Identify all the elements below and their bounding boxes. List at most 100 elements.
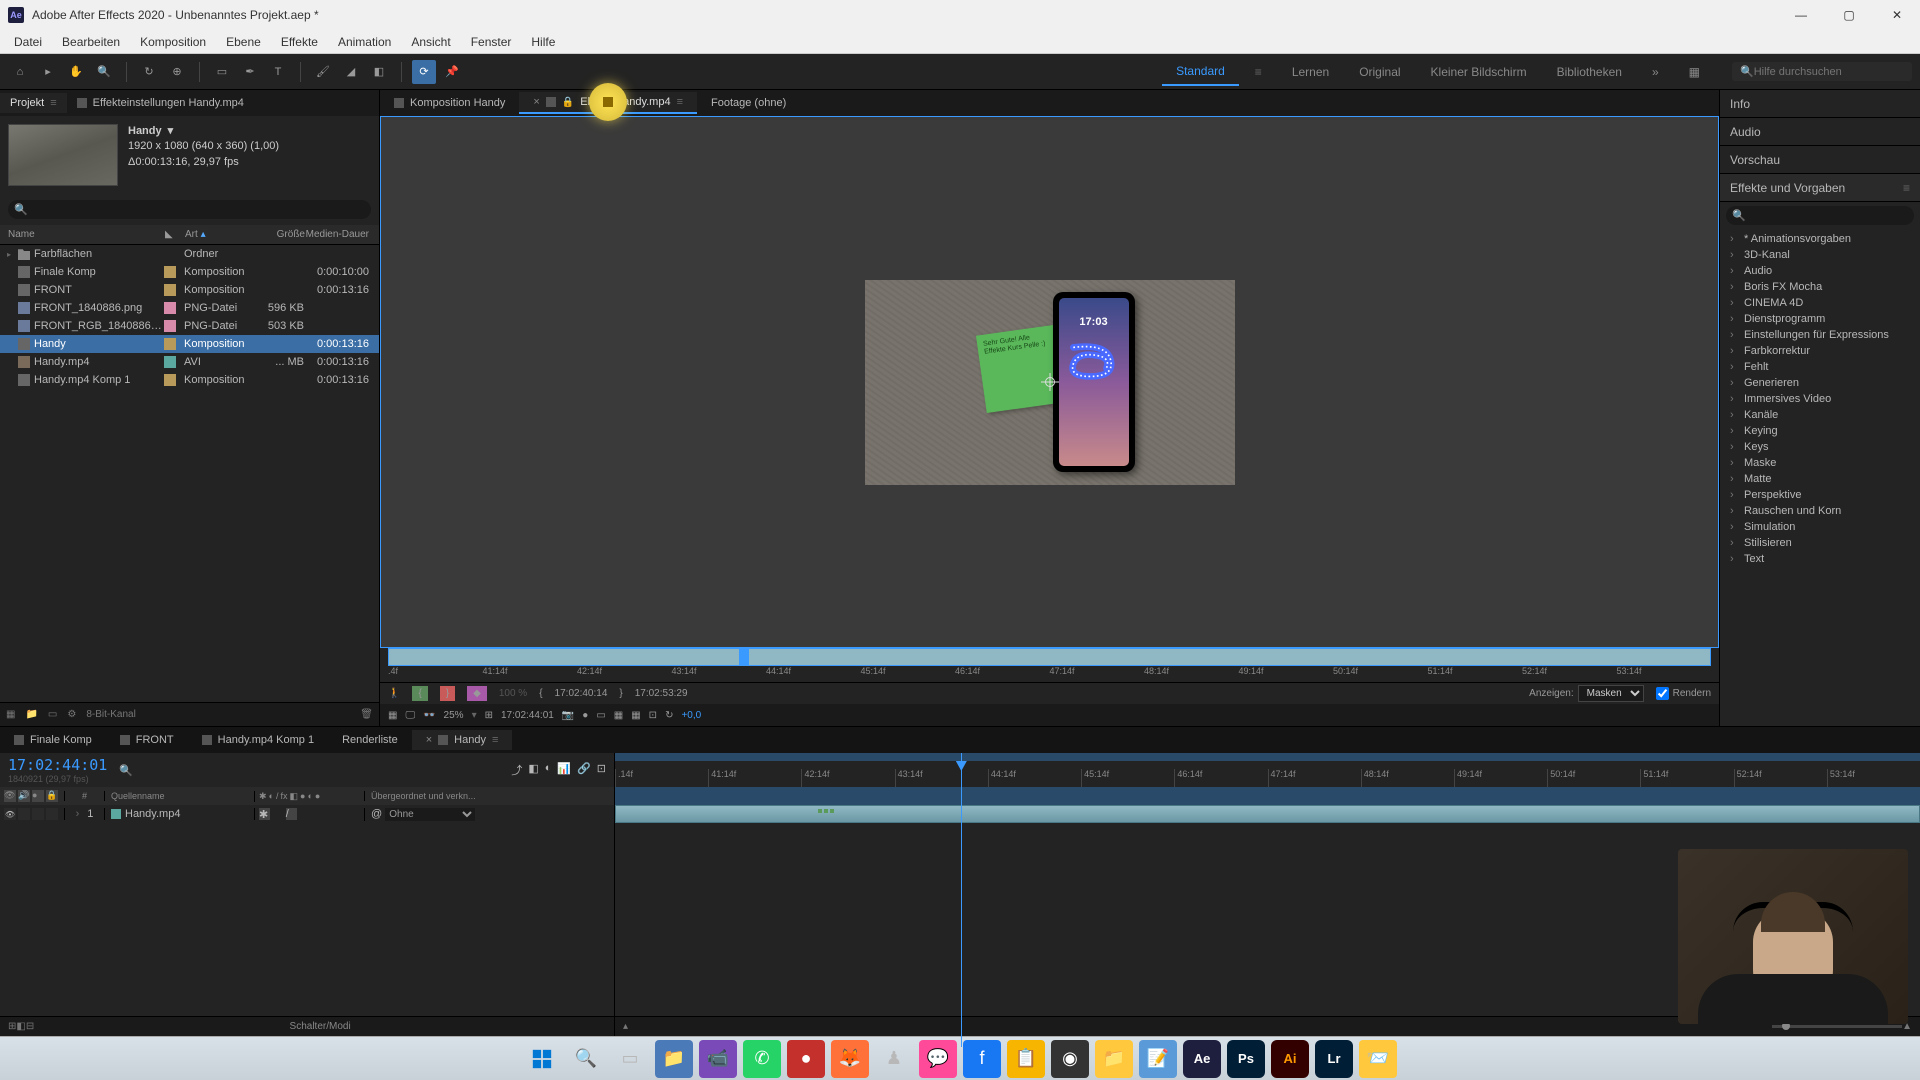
selection-tool[interactable]: ▸ [36,60,60,84]
tl-tab-renderlist[interactable]: Renderliste [328,730,412,750]
grid-icon[interactable]: ⊞ [485,710,493,721]
col-parent[interactable]: Übergeordnet und verkn... [364,791,614,801]
viewer-tab-layer[interactable]: × 🔒 Ebene Handy.mp4 ≡ [519,92,697,114]
panel-info[interactable]: Info [1720,90,1920,118]
preset-category[interactable]: Immersives Video [1720,391,1920,407]
eraser-tool[interactable]: ◧ [367,60,391,84]
taskbar-facebook-icon[interactable]: f [963,1040,1001,1078]
taskbar-taskview-icon[interactable]: ▭ [611,1040,649,1078]
channel-icon[interactable]: ▭ [596,710,605,721]
tl-tab-front[interactable]: FRONT [106,730,188,750]
toggle-more-icon[interactable]: ⊟ [26,1021,34,1032]
zoom-value[interactable]: 25% [444,710,464,721]
preset-category[interactable]: Fehlt [1720,359,1920,375]
viewer-tab-footage[interactable]: Footage (ohne) [697,93,800,113]
workspace-standard[interactable]: Standard [1162,58,1239,86]
res-icon[interactable]: ▦ [614,710,623,721]
project-item[interactable]: FRONT_1840886.pngPNG-Datei596 KB [0,299,379,317]
out-point-icon[interactable]: } [440,686,455,701]
marker-icon[interactable]: ◆ [467,686,487,701]
workspace-settings-icon[interactable]: ▦ [1675,59,1714,85]
menu-help[interactable]: Hilfe [521,32,565,52]
preset-category[interactable]: CINEMA 4D [1720,295,1920,311]
shape-tool[interactable]: ▭ [210,60,234,84]
preset-category[interactable]: Maske [1720,455,1920,471]
workspace-more[interactable]: » [1638,59,1673,85]
chevron-down-icon[interactable]: ▾ [168,124,174,139]
layer-bar[interactable] [615,805,1920,823]
col-index[interactable]: # [64,791,104,801]
in-bracket[interactable]: { [539,688,542,699]
anchor-point-icon[interactable] [1041,373,1059,391]
taskbar-ae-icon[interactable]: Ae [1183,1040,1221,1078]
playhead[interactable] [961,753,962,1047]
preset-category[interactable]: Stilisieren [1720,535,1920,551]
new-comp-icon[interactable]: ▭ [48,709,57,720]
clone-tool[interactable]: ◢ [339,60,363,84]
panel-preview[interactable]: Vorschau [1720,146,1920,174]
preset-category[interactable]: Keys [1720,439,1920,455]
taskbar-app5-icon[interactable]: 📨 [1359,1040,1397,1078]
preset-category[interactable]: Perspektive [1720,487,1920,503]
audio-col-icon[interactable]: 🔊 [18,790,30,802]
camera-icon[interactable]: 📷 [562,710,574,721]
maximize-button[interactable]: ▢ [1834,8,1864,22]
refresh-icon[interactable]: ↻ [665,710,673,721]
taskbar-explorer-icon[interactable]: 📁 [655,1040,693,1078]
taskbar-firefox-icon[interactable]: 🦊 [831,1040,869,1078]
taskbar-ai-icon[interactable]: Ai [1271,1040,1309,1078]
expand-icon[interactable]: ⊡ [597,762,606,778]
menu-layer[interactable]: Ebene [216,32,271,52]
preset-category[interactable]: Audio [1720,263,1920,279]
mini-playhead[interactable] [739,647,749,667]
preset-category[interactable]: Einstellungen für Expressions [1720,327,1920,343]
col-name[interactable]: Name [0,229,165,240]
pan-behind-tool[interactable]: ⊕ [165,60,189,84]
menu-window[interactable]: Fenster [461,32,522,52]
preset-category[interactable]: * Animationsvorgaben [1720,231,1920,247]
lock-col-icon[interactable]: 🔒 [46,790,58,802]
taskbar-folder-icon[interactable]: 📁 [1095,1040,1133,1078]
tab-project[interactable]: Projekt≡ [0,93,67,113]
toggle-modes-icon[interactable]: ◧ [16,1021,25,1032]
mask-icon[interactable]: 👓 [423,710,435,721]
search-icon[interactable]: 🔍 [119,764,133,777]
trash-icon[interactable]: 🗑 [360,709,373,720]
presets-search[interactable]: 🔍 [1726,206,1914,225]
orbit-tool[interactable]: ↻ [137,60,161,84]
col-source-name[interactable]: Quellenname [104,791,254,801]
viewer-tab-comp[interactable]: Komposition Handy [380,93,519,113]
project-item[interactable]: Finale KompKomposition0:00:10:00 [0,263,379,281]
timeline-ruler[interactable]: .14f41:14f42:14f43:14f44:14f45:14f46:14f… [615,753,1920,787]
preset-category[interactable]: Generieren [1720,375,1920,391]
project-search[interactable]: 🔍 [8,200,371,219]
taskbar-whatsapp-icon[interactable]: ✆ [743,1040,781,1078]
taskbar-lr-icon[interactable]: Lr [1315,1040,1353,1078]
close-tab-icon[interactable]: × [533,96,539,108]
brush-tool[interactable]: 🖌 [311,60,335,84]
render-checkbox[interactable] [1656,687,1669,700]
out-time[interactable]: 17:02:53:29 [635,688,688,699]
taskbar-app2-icon[interactable]: ● [787,1040,825,1078]
minimize-button[interactable]: — [1786,8,1816,22]
region-icon[interactable]: ⊡ [649,710,657,721]
project-item[interactable]: ▸FarbflächenOrdner [0,245,379,263]
rotobrush-tool[interactable]: ⟳ [412,60,436,84]
shy-icon[interactable]: ⤴ [511,762,522,778]
taskbar-app3-icon[interactable]: ♟ [875,1040,913,1078]
help-search[interactable]: 🔍 [1732,62,1912,81]
project-item[interactable]: Handy.mp4AVI... MB0:00:13:16 [0,353,379,371]
preset-category[interactable]: Rauschen und Korn [1720,503,1920,519]
anzeigen-dropdown[interactable]: Masken [1578,685,1644,702]
panel-audio[interactable]: Audio [1720,118,1920,146]
taskbar-notepad-icon[interactable]: 📝 [1139,1040,1177,1078]
frame-blend-icon[interactable]: ◧ [528,762,538,778]
graph-icon[interactable]: 📊 [557,762,571,778]
preset-category[interactable]: Text [1720,551,1920,567]
pen-tool[interactable]: ✒ [238,60,262,84]
hand-tool[interactable]: ✋ [64,60,88,84]
preset-category[interactable]: Boris FX Mocha [1720,279,1920,295]
color-mgmt-icon[interactable]: ● [582,710,588,721]
preset-category[interactable]: Simulation [1720,519,1920,535]
toggle-switches-icon[interactable]: ⊞ [8,1021,16,1032]
